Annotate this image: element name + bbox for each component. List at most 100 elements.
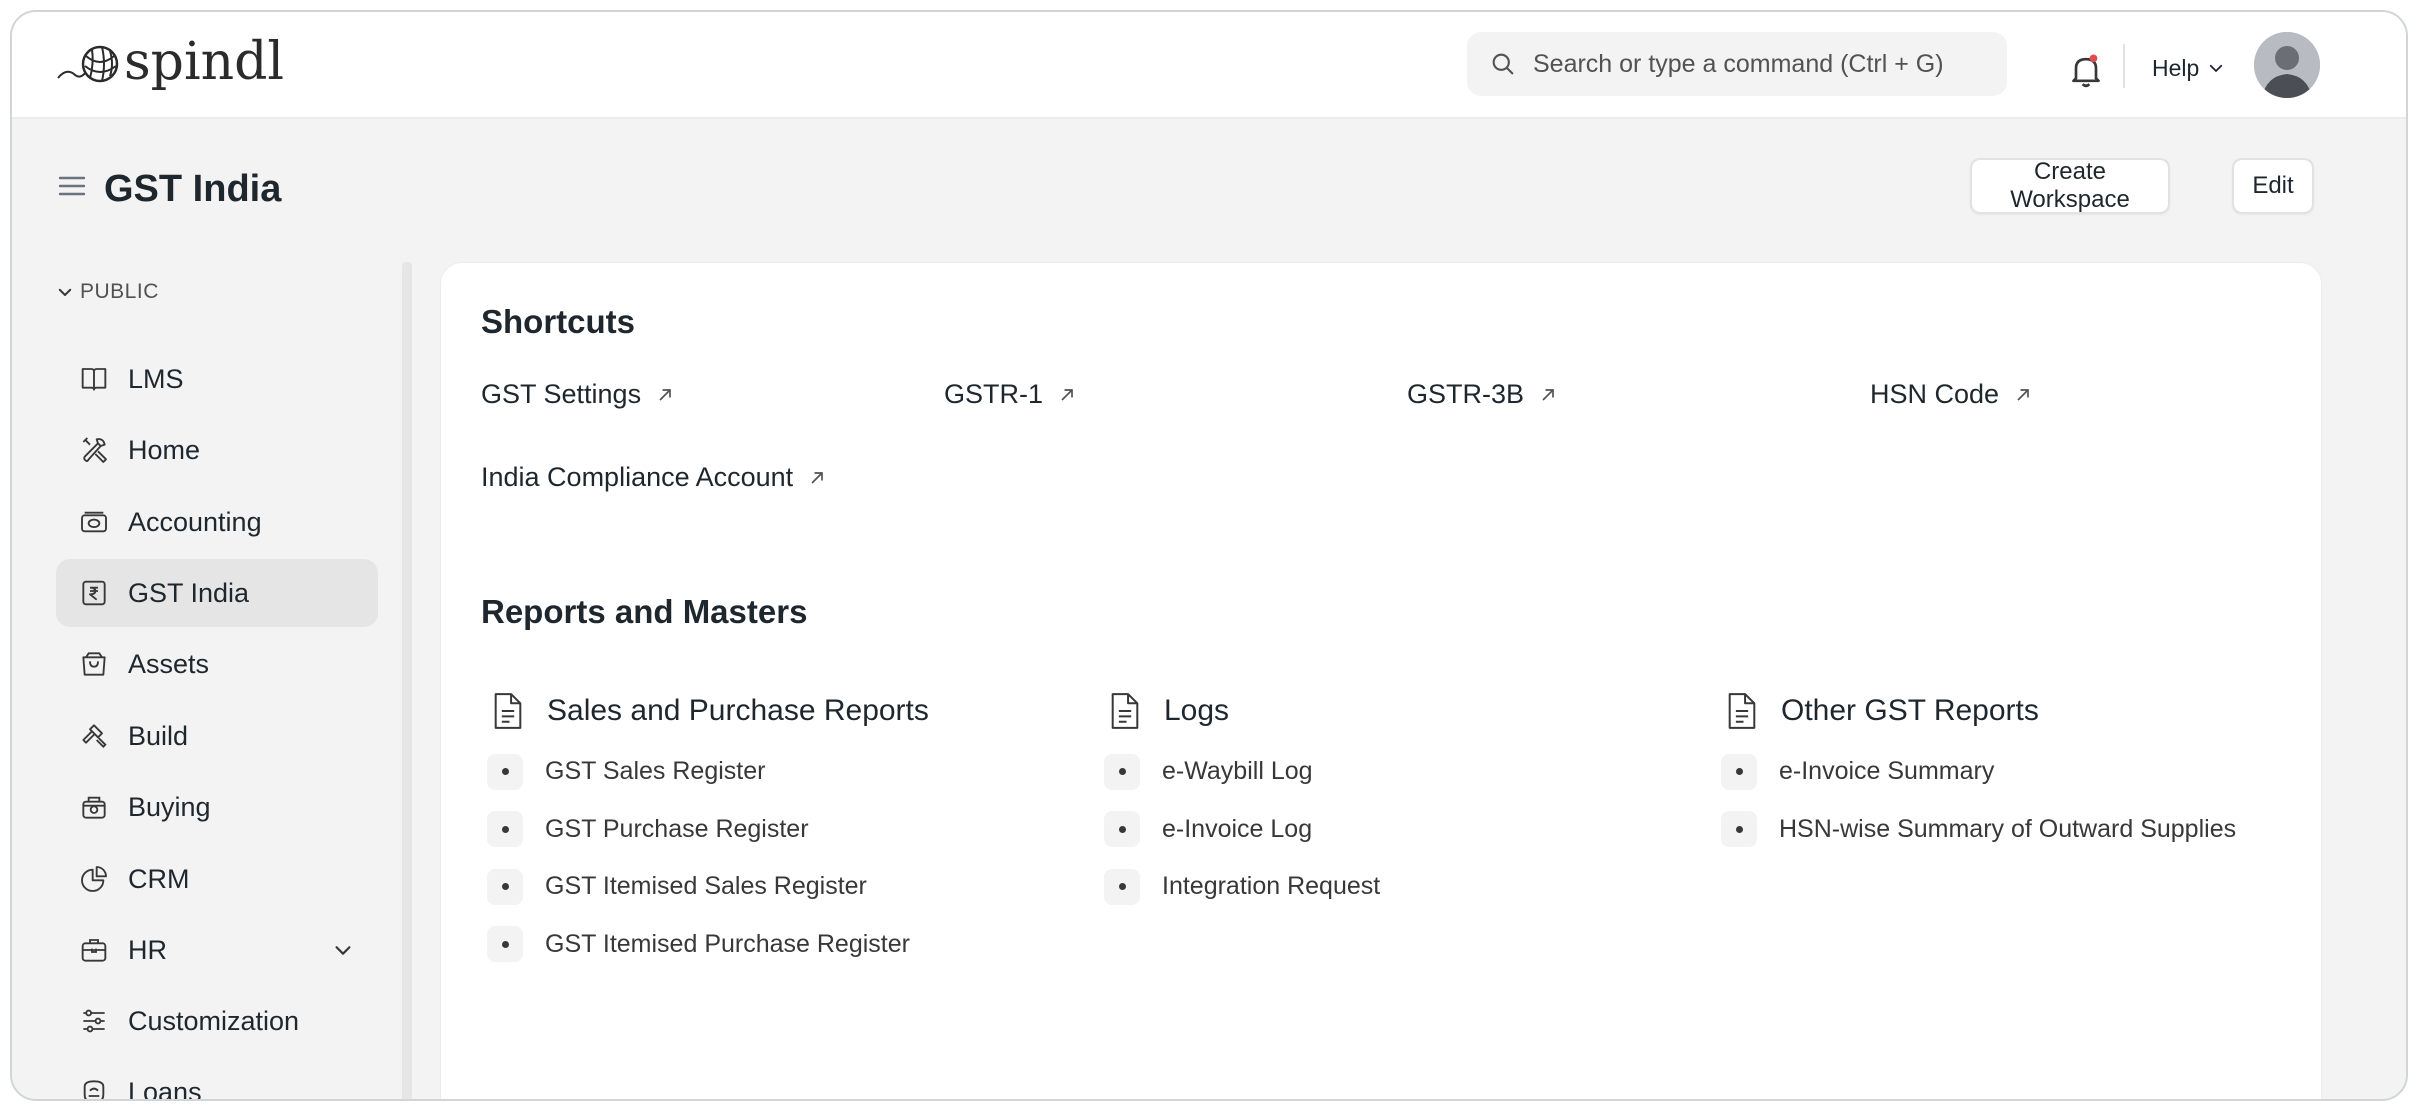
link-label: GST Purchase Register [545,814,809,843]
document-icon [1728,693,1756,729]
arrow-up-right-icon [1061,388,1073,401]
workspace-content: Shortcuts GST Settings GSTR-1 GSTR-3B HS… [440,262,2322,1099]
report-card-title: Sales and Purchase Reports [487,689,1087,733]
bullet-icon [1721,811,1757,847]
bullet-icon [487,868,523,905]
help-label: Help [2152,54,2200,81]
bullet-icon [487,811,523,847]
shortcut-gstr-3b[interactable]: GSTR-3B [1407,379,1558,410]
document-icon [1111,693,1139,729]
sidebar-item-build[interactable]: Build [56,702,378,770]
list-item[interactable]: HSN-wise Summary of Outward Supplies [1721,810,2321,848]
report-card-title-text: Sales and Purchase Reports [547,694,929,727]
tools-icon [82,437,107,463]
sidebar-item-crm[interactable]: CRM [56,845,378,913]
arrow-up-right-icon [1542,388,1554,401]
sidebar-item-home[interactable]: Home [56,416,378,484]
sidebar-item-label: GST India [128,577,250,608]
sidebar-item-loans[interactable]: Loans [56,1058,378,1101]
list-item[interactable]: e-Waybill Log [1104,753,1704,791]
report-card-other-gst: Other GST Reports e-Invoice Summary HSN-… [1721,689,2321,848]
logo-text: spindl [124,32,285,92]
list-item[interactable]: GST Purchase Register [487,810,1087,848]
report-card-title: Logs [1104,689,1704,733]
link-label: e-Invoice Log [1162,814,1313,843]
sidebar-section-label: PUBLIC [80,280,159,303]
sliders-icon [83,1009,105,1033]
shortcut-label: GSTR-1 [944,379,1044,409]
help-dropdown[interactable]: Help [2152,50,2225,86]
sidebar: PUBLIC LMS Home Accounting GST India Ass… [12,262,412,1101]
arrow-up-right-icon [811,471,824,484]
shortcut-gstr-1[interactable]: GSTR-1 [944,379,1077,410]
shortcut-label: HSN Code [1870,379,2000,409]
report-card-sales-purchase: Sales and Purchase Reports GST Sales Reg… [487,689,1087,963]
sidebar-item-buying[interactable]: Buying [56,773,378,841]
search-input[interactable]: Search or type a command (Ctrl + G) [1467,32,2007,96]
book-icon [81,368,107,391]
sidebar-item-accounting[interactable]: Accounting [56,488,378,556]
sidebar-item-assets[interactable]: Assets [56,630,378,698]
sidebar-item-gst-india[interactable]: GST India [56,559,378,627]
edit-button[interactable]: Edit [2232,158,2314,214]
bullet-icon [487,926,523,962]
create-workspace-button[interactable]: Create Workspace [1970,158,2170,214]
shortcut-india-compliance-account[interactable]: India Compliance Account [481,462,827,493]
hammer-icon [82,724,107,748]
avatar[interactable] [2254,32,2320,98]
bullet-icon [1104,868,1140,905]
arrow-up-right-icon [2017,388,2029,401]
chevron-down-icon [58,288,72,296]
loan-icon [83,1080,105,1099]
sidebar-item-label: Assets [128,648,210,679]
sidebar-section-public[interactable]: PUBLIC [56,280,159,304]
sidebar-item-label: LMS [128,363,184,394]
sidebar-item-hr[interactable]: HR [56,916,378,984]
app-window: spindl Search or type a command (Ctrl + … [10,10,2408,1101]
link-label: GST Itemised Sales Register [545,872,867,900]
sidebar-item-label: Accounting [128,506,262,537]
sidebar-item-lms[interactable]: LMS [56,345,378,413]
link-label: GST Sales Register [545,757,766,785]
reports-heading: Reports and Masters [481,593,808,630]
list-item[interactable]: e-Invoice Summary [1721,753,2321,791]
arrow-up-right-icon [659,388,671,401]
list-item[interactable]: GST Itemised Sales Register [487,868,1087,906]
bullet-icon [1104,811,1140,847]
sidebar-item-label: HR [128,934,167,965]
briefcase-icon [81,939,107,962]
report-card-title-text: Other GST Reports [1781,694,2039,727]
chevron-down-icon[interactable] [332,939,354,961]
sidebar-scrollbar[interactable] [402,262,412,1099]
list-item[interactable]: GST Itemised Purchase Register [487,925,1087,963]
rupee-icon [82,580,106,606]
link-label: GST Itemised Purchase Register [545,929,910,958]
shortcuts-heading: Shortcuts [481,303,636,340]
search-icon [1492,53,1514,75]
report-card-title: Other GST Reports [1721,689,2321,733]
sidebar-item-label: Build [128,720,189,751]
sidebar-item-label: Loans [128,1076,202,1101]
report-card-title-text: Logs [1164,694,1230,727]
bullet-icon [487,753,523,790]
top-navbar: spindl Search or type a command (Ctrl + … [12,12,2406,119]
list-item[interactable]: Integration Request [1104,868,1704,906]
link-label: e-Invoice Summary [1779,757,1995,785]
logo[interactable]: spindl [56,32,284,92]
menu-icon[interactable] [56,170,88,202]
list-item[interactable]: GST Sales Register [487,753,1087,791]
sidebar-item-label: Home [128,434,201,465]
pie-chart-icon [81,866,107,892]
bag-icon [82,652,106,676]
yarn-ball-icon [57,45,119,83]
list-item[interactable]: e-Invoice Log [1104,810,1704,848]
shortcut-label: GST Settings [481,379,642,409]
document-icon [494,693,522,729]
shortcut-hsn-code[interactable]: HSN Code [1870,379,2033,410]
bullet-icon [1104,753,1140,790]
sidebar-item-label: CRM [128,863,190,894]
shortcut-label: India Compliance Account [481,462,794,492]
shortcut-gst-settings[interactable]: GST Settings [481,379,675,410]
notification-bell-icon[interactable] [2066,50,2106,90]
sidebar-item-customization[interactable]: Customization [56,987,378,1055]
